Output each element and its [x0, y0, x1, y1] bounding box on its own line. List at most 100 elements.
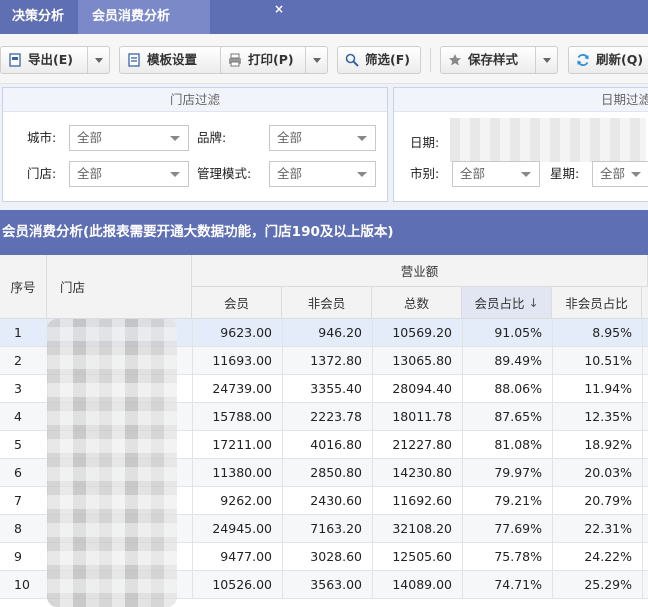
header-revenue-group: 营业额	[192, 255, 648, 287]
toolbar: 导出(E) 模板设置 打印(P) 筛选(F) 保存样式 刷新(Q)	[0, 34, 648, 84]
column-divider	[642, 347, 643, 375]
cell-non-member-ratio: 20.03%	[584, 465, 632, 480]
cell-idx: 2	[14, 353, 22, 368]
cell-member: 9477.00	[220, 549, 272, 564]
cell-member: 15788.00	[212, 409, 272, 424]
cell-non-member: 3355.40	[310, 381, 362, 396]
column-divider	[642, 571, 643, 599]
cell-total: 14230.80	[392, 465, 452, 480]
export-label: 导出(E)	[28, 52, 73, 67]
cell-member-ratio: 74.71%	[494, 577, 542, 592]
cell-non-member-ratio: 25.29%	[584, 577, 632, 592]
cell-non-member: 2430.60	[310, 493, 362, 508]
print-icon	[229, 53, 241, 67]
template-icon	[128, 53, 140, 67]
header-total[interactable]: 总数	[372, 287, 462, 319]
tab-label: 会员消费分析	[92, 9, 171, 24]
store-label: 门店:	[27, 166, 57, 181]
save-style-dropdown-icon[interactable]	[535, 47, 557, 73]
tab-decision-analysis[interactable]: 决策分析	[0, 0, 76, 34]
store-select[interactable]: 全部	[69, 161, 189, 187]
cell-total: 12505.60	[392, 549, 452, 564]
cell-idx: 3	[14, 381, 22, 396]
brand-label: 品牌:	[197, 130, 227, 145]
column-divider	[642, 515, 643, 543]
header-filler	[642, 287, 648, 319]
cell-member-ratio: 77.69%	[494, 521, 542, 536]
cell-member-ratio: 91.05%	[494, 325, 542, 340]
cell-non-member: 3563.00	[310, 577, 362, 592]
print-button[interactable]: 打印(P)	[220, 46, 328, 74]
cell-member: 24739.00	[212, 381, 272, 396]
cell-member: 11380.00	[212, 465, 272, 480]
refresh-icon	[577, 54, 589, 66]
cell-member-ratio: 81.08%	[494, 437, 542, 452]
cell-total: 28094.40	[392, 381, 452, 396]
print-label: 打印(P)	[248, 52, 294, 67]
search-icon	[345, 53, 359, 67]
column-divider	[642, 319, 643, 347]
cell-idx: 5	[14, 437, 22, 452]
column-divider	[642, 431, 643, 459]
date-range-blurred[interactable]	[450, 118, 646, 162]
cell-total: 13065.80	[392, 353, 452, 368]
header-index[interactable]: 序号	[0, 255, 47, 319]
date-filter-title: 日期过滤	[394, 88, 648, 112]
cell-member-ratio: 88.06%	[494, 381, 542, 396]
column-divider	[642, 403, 643, 431]
header-non-member-ratio[interactable]: 非会员占比	[552, 287, 642, 319]
cell-idx: 10	[14, 577, 30, 592]
export-button[interactable]: 导出(E)	[0, 46, 110, 74]
cell-member: 11693.00	[212, 353, 272, 368]
header-member[interactable]: 会员	[192, 287, 282, 319]
cell-idx: 4	[14, 409, 22, 424]
cell-member: 24945.00	[212, 521, 272, 536]
cell-non-member: 7163.20	[310, 521, 362, 536]
cell-member-ratio: 87.65%	[494, 409, 542, 424]
cell-non-member: 1372.80	[310, 353, 362, 368]
management-mode-select[interactable]: 全部	[269, 161, 376, 187]
column-divider	[642, 543, 643, 571]
brand-select[interactable]: 全部	[269, 125, 376, 151]
cell-idx: 7	[14, 493, 22, 508]
header-member-ratio[interactable]: 会员占比 ↓	[462, 287, 552, 319]
star-icon	[449, 54, 461, 66]
cell-non-member-ratio: 8.95%	[592, 325, 632, 340]
save-style-button[interactable]: 保存样式	[440, 46, 558, 74]
header-store[interactable]: 门店	[47, 255, 192, 319]
cell-member: 10526.00	[212, 577, 272, 592]
filter-button[interactable]: 筛选(F)	[337, 46, 421, 74]
cell-idx: 8	[14, 521, 22, 536]
export-dropdown-icon[interactable]	[87, 47, 109, 73]
city-label: 城市:	[27, 130, 57, 145]
cell-total: 21227.80	[392, 437, 452, 452]
cell-total: 14089.00	[392, 577, 452, 592]
header-non-member[interactable]: 非会员	[282, 287, 372, 319]
cell-total: 10569.20	[392, 325, 452, 340]
cell-idx: 6	[14, 465, 22, 480]
report-title: 会员消费分析(此报表需要开通大数据功能，门店190及以上版本)	[0, 210, 648, 255]
refresh-button[interactable]: 刷新(Q)	[568, 46, 648, 74]
cell-total: 18011.78	[392, 409, 452, 424]
store-filter-title: 门店过滤	[3, 88, 387, 112]
city-select[interactable]: 全部	[69, 125, 189, 151]
city-type-select[interactable]: 全部	[452, 161, 540, 187]
weekday-select[interactable]: 全部	[592, 161, 648, 187]
cell-non-member-ratio: 24.22%	[584, 549, 632, 564]
cell-total: 11692.60	[392, 493, 452, 508]
filter-label: 筛选(F)	[365, 52, 410, 67]
cell-idx: 9	[14, 549, 22, 564]
save-style-label: 保存样式	[468, 52, 519, 67]
sort-desc-icon[interactable]: ↓	[528, 296, 538, 310]
print-dropdown-icon[interactable]	[305, 47, 327, 73]
refresh-label: 刷新(Q)	[596, 52, 644, 67]
cell-non-member: 2850.80	[310, 465, 362, 480]
tab-member-consumption[interactable]: 会员消费分析 ×	[78, 0, 284, 34]
tab-close-icon[interactable]: ×	[274, 0, 284, 18]
cell-non-member-ratio: 18.92%	[584, 437, 632, 452]
cell-member-ratio: 79.97%	[494, 465, 542, 480]
date-filter-panel: 日期过滤 日期: 市别: 全部 星期: 全部	[393, 87, 648, 202]
cell-idx: 1	[14, 325, 22, 340]
cell-member: 9262.00	[220, 493, 272, 508]
column-divider	[642, 487, 643, 515]
